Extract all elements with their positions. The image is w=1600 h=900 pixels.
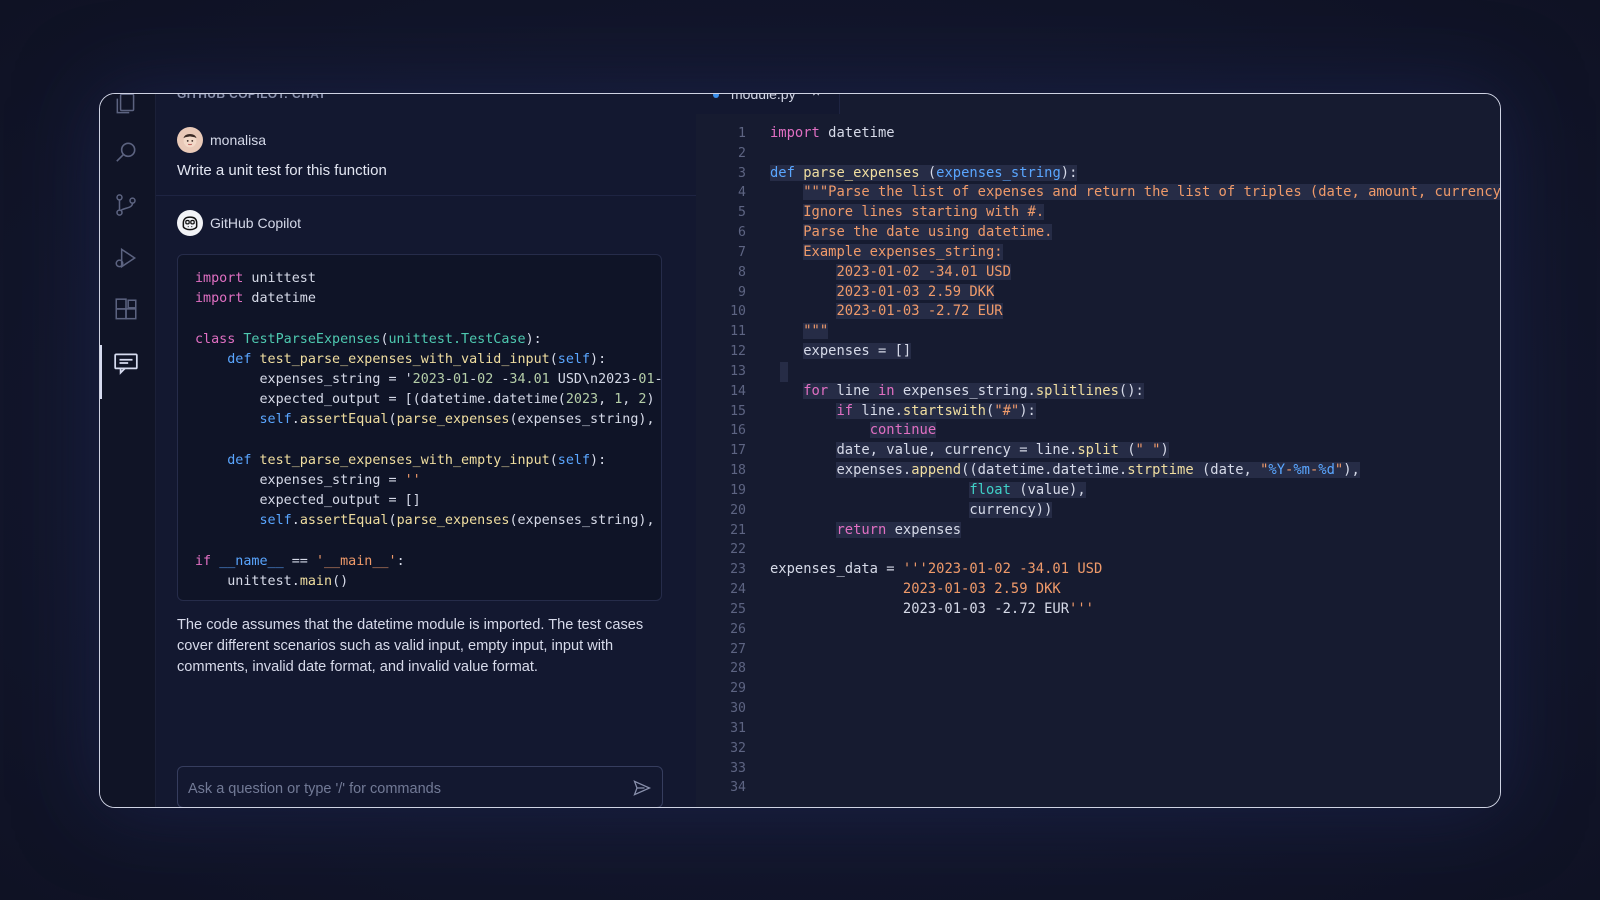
code-line[interactable] [770, 778, 1500, 798]
line-number: 33 [730, 760, 746, 776]
activity-bar [100, 94, 156, 807]
copilot-explanation: The code assumes that the datetime modul… [177, 617, 644, 675]
code-line[interactable]: expenses_data = '''2023-01-02 -34.01 USD [770, 560, 1500, 580]
editor-code[interactable]: import datetime def parse_expenses (expe… [770, 124, 1500, 798]
code-line[interactable]: for line in expenses_string.splitlines()… [770, 382, 1500, 402]
code-line[interactable] [770, 361, 1500, 382]
code-line[interactable] [770, 739, 1500, 759]
code-line[interactable] [770, 540, 1500, 560]
code-line[interactable] [770, 699, 1500, 719]
code-line[interactable]: continue [770, 421, 1500, 441]
line-number: 34 [730, 780, 746, 796]
chat-panel-title: GITHUB COPILOT: CHAT [177, 93, 327, 101]
code-line[interactable]: return expenses [770, 521, 1500, 541]
line-number: 28 [730, 661, 746, 677]
line-number: 17 [730, 443, 746, 459]
files-icon[interactable] [111, 94, 141, 119]
chat-panel: GITHUB COPILOT: CHAT monalisa Write a un… [156, 94, 696, 807]
line-number: 12 [730, 344, 746, 360]
extensions-icon[interactable] [111, 295, 141, 325]
active-indicator [100, 345, 102, 399]
line-number: 22 [730, 542, 746, 558]
user-name: monalisa [210, 132, 267, 148]
line-number: 15 [730, 403, 746, 419]
code-line[interactable]: Example expenses_string: [770, 243, 1500, 263]
vscode-window: GITHUB COPILOT: CHAT monalisa Write a un… [99, 93, 1501, 808]
code-line[interactable]: """ [770, 322, 1500, 342]
close-icon[interactable]: × [812, 94, 820, 100]
tab-module-py[interactable]: module.py × [696, 93, 840, 114]
tab-label: module.py [731, 93, 796, 102]
line-number: 21 [730, 522, 746, 538]
line-number: 18 [730, 463, 746, 479]
line-number: 27 [730, 641, 746, 657]
code-line[interactable]: 2023-01-03 2.59 DKK [770, 283, 1500, 303]
code-line[interactable] [770, 659, 1500, 679]
line-number: 23 [730, 562, 746, 578]
code-line[interactable] [770, 719, 1500, 739]
line-number: 3 [738, 165, 746, 181]
python-file-icon [713, 94, 719, 98]
run-debug-icon[interactable] [111, 243, 141, 273]
chat-divider [156, 195, 696, 196]
code-line[interactable]: if line.startswith("#"): [770, 402, 1500, 422]
code-line[interactable] [770, 620, 1500, 640]
code-line[interactable] [770, 759, 1500, 779]
copilot-name: GitHub Copilot [210, 215, 302, 231]
line-number: 14 [730, 383, 746, 399]
code-line[interactable]: 2023-01-03 -2.72 EUR''' [770, 600, 1500, 620]
line-number: 29 [730, 681, 746, 697]
line-number: 25 [730, 601, 746, 617]
line-number: 20 [730, 502, 746, 518]
line-number: 13 [730, 363, 746, 379]
line-number: 30 [730, 701, 746, 717]
line-number: 8 [738, 264, 746, 280]
user-message: Write a unit test for this function [177, 162, 387, 179]
line-number: 10 [730, 304, 746, 320]
code-line[interactable]: date, value, currency = line.split (" ") [770, 441, 1500, 461]
code-line[interactable] [770, 640, 1500, 660]
code-line[interactable]: 2023-01-03 2.59 DKK [770, 580, 1500, 600]
code-line[interactable]: def parse_expenses (expenses_string): [770, 164, 1500, 184]
chat-input[interactable] [186, 777, 620, 801]
code-line[interactable]: Parse the date using datetime. [770, 223, 1500, 243]
line-number: 11 [730, 324, 746, 340]
code-line[interactable]: Ignore lines starting with #. [770, 203, 1500, 223]
code-line[interactable]: 2023-01-02 -34.01 USD [770, 263, 1500, 283]
code-line[interactable] [770, 679, 1500, 699]
line-number: 24 [730, 582, 746, 598]
code-line[interactable]: import datetime [770, 124, 1500, 144]
line-number: 16 [730, 423, 746, 439]
line-number: 1 [738, 126, 746, 141]
chat-input-box[interactable] [177, 766, 663, 807]
user-avatar [177, 127, 203, 153]
line-number: 6 [738, 225, 746, 241]
line-number: 19 [730, 482, 746, 498]
line-number: 26 [730, 621, 746, 637]
code-line[interactable]: """Parse the list of expenses and return… [770, 183, 1500, 203]
line-number: 2 [738, 145, 746, 161]
line-number: 9 [738, 284, 746, 300]
line-number: 5 [738, 205, 746, 221]
code-line[interactable] [770, 144, 1500, 164]
copilot-avatar [177, 210, 203, 236]
editor-panel: module.py × 1234567891011121314151617181… [696, 94, 1500, 807]
search-icon[interactable] [111, 137, 141, 167]
copilot-code-block[interactable]: import unittest import datetime class Te… [177, 254, 662, 601]
send-icon[interactable] [632, 778, 652, 798]
line-numbers: 1 2 3 4 5 6 7 8 9 10 11 12 13 14 15 16 17 18 19 20 21 22 23 24 2… [696, 124, 746, 798]
code-line[interactable]: 2023-01-03 -2.72 EUR [770, 302, 1500, 322]
line-number: 4 [738, 185, 746, 201]
code-line[interactable]: expenses = [] [770, 342, 1500, 362]
chat-icon[interactable] [111, 348, 141, 378]
line-number: 7 [738, 244, 746, 260]
copilot-code: import unittest import datetime class Te… [195, 271, 662, 590]
source-control-icon[interactable] [111, 190, 141, 220]
code-line[interactable]: expenses.append((datetime.datetime.strpt… [770, 461, 1500, 481]
code-line[interactable]: currency)) [770, 501, 1500, 521]
code-line[interactable]: float (value), [770, 481, 1500, 501]
line-number: 32 [730, 740, 746, 756]
line-number: 31 [730, 720, 746, 736]
